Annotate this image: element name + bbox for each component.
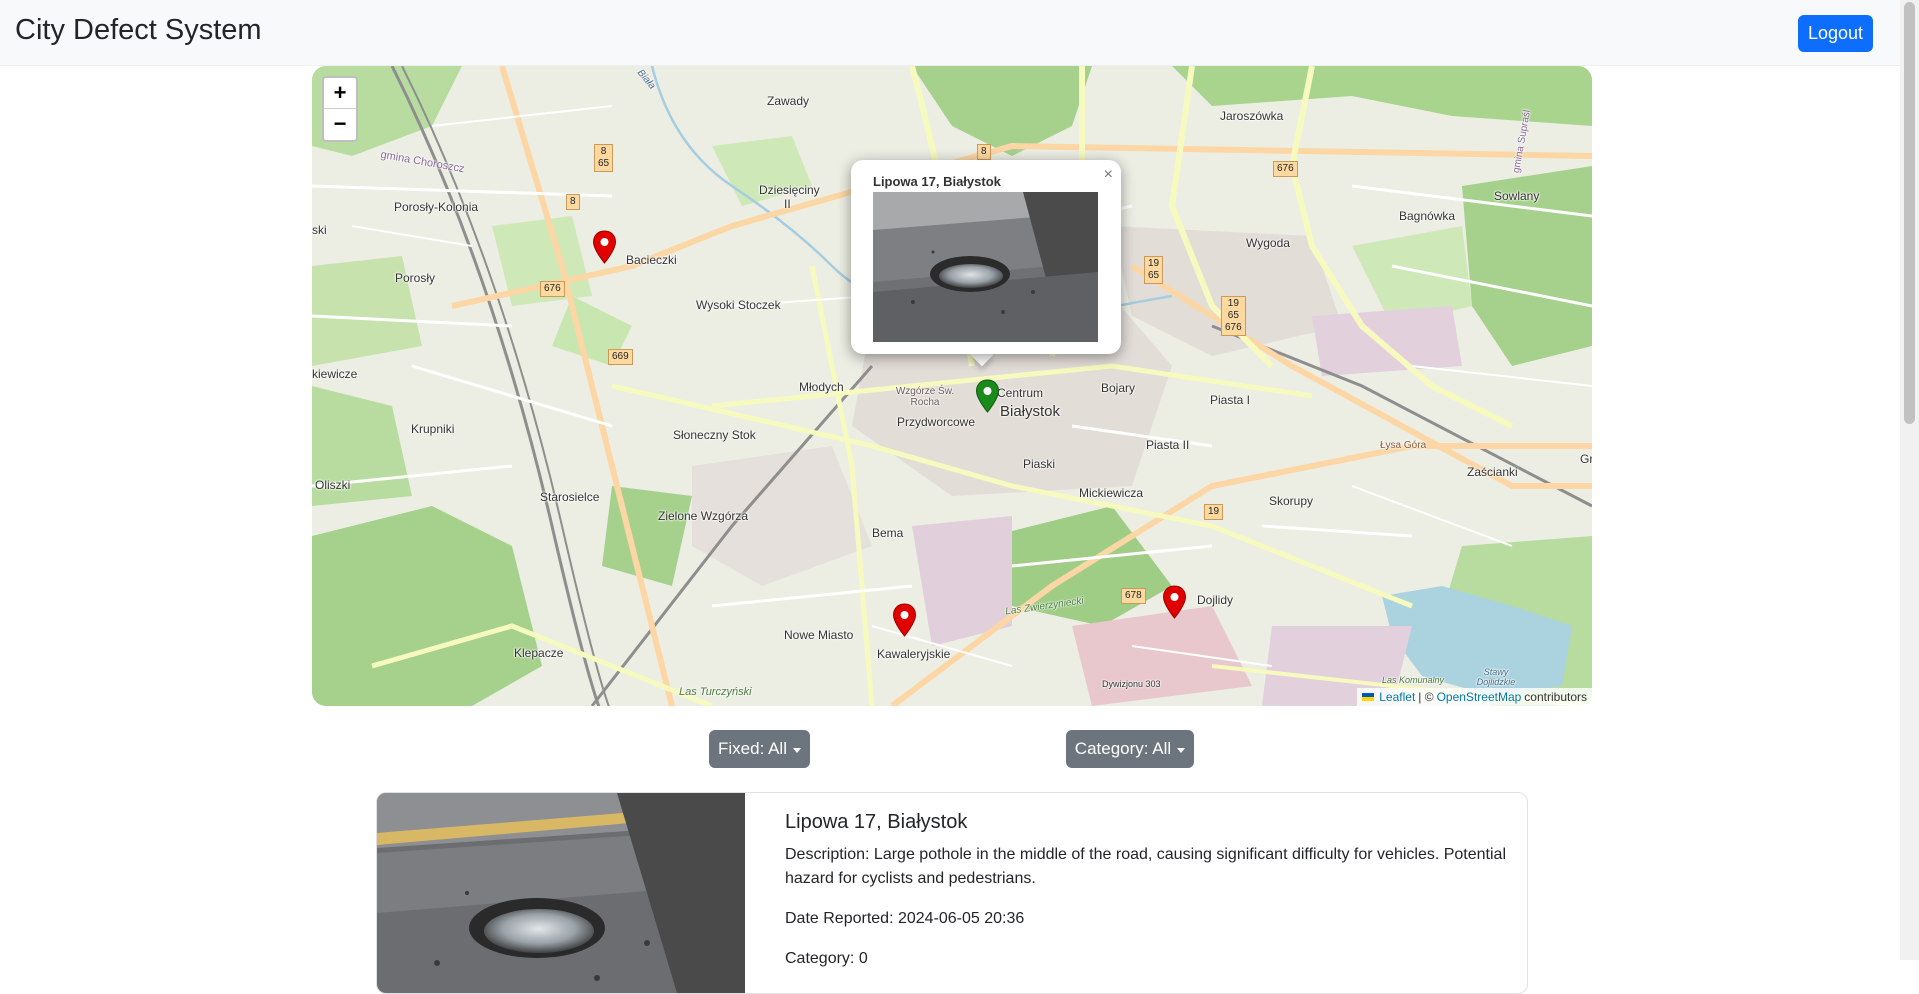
map-label: Słoneczny Stok: [673, 428, 756, 442]
caret-down-icon: [792, 747, 801, 753]
map-label: Porosły: [395, 271, 436, 285]
card-category: Category: 0: [785, 950, 868, 967]
map-label: Łysa Góra: [1380, 440, 1427, 451]
map-label: Las Komunalny: [1382, 675, 1445, 685]
attribution-separator: | ©: [1418, 690, 1434, 704]
map-label: Bojary: [1101, 381, 1136, 395]
road-shield: 669: [608, 349, 633, 365]
map-label: Krupniki: [411, 422, 455, 436]
map-label: Klepacze: [514, 646, 564, 660]
road-shield: 19 65 676: [1221, 296, 1246, 336]
page-scrollbar[interactable]: [1900, 0, 1919, 960]
fixed-filter-dropdown[interactable]: Fixed: All: [709, 730, 810, 768]
ukraine-flag-icon: [1362, 693, 1375, 701]
map-marker-icon[interactable]: [975, 379, 1000, 413]
road-shield: 8 65: [594, 144, 614, 172]
category-filter-label: Category: All: [1074, 739, 1172, 758]
map-label: Centrum: [997, 386, 1044, 400]
zoom-out-button[interactable]: −: [324, 109, 356, 139]
card-description: Description: Large pothole in the middle…: [785, 846, 1506, 887]
map-label: Wysoki Stoczek: [696, 298, 781, 312]
fixed-filter-label: Fixed: All: [718, 739, 787, 758]
category-filter-dropdown[interactable]: Category: All: [1066, 730, 1194, 768]
map-marker-icon[interactable]: [592, 230, 617, 264]
card-title: Lipowa 17, Białystok: [785, 811, 968, 833]
map-label: Przydworcowe: [897, 415, 976, 429]
attribution-suffix: contributors: [1524, 690, 1587, 704]
map-label: Piasta II: [1146, 438, 1190, 452]
zoom-in-button[interactable]: +: [324, 78, 356, 109]
map-label: Bacieczki: [626, 253, 677, 267]
road-shield: 19: [1204, 504, 1224, 520]
road-shield: 678: [1121, 588, 1146, 604]
map-label: Kawaleryjskie: [877, 647, 951, 661]
map-label: Las Turczyński: [679, 686, 752, 698]
road-shield: 19 65: [1144, 256, 1164, 284]
map-label: Bagnówka: [1399, 209, 1456, 223]
map-popup: Lipowa 17, Białystok ×: [851, 160, 1121, 354]
map-label: Białystok: [1000, 403, 1061, 420]
map-label: Zawady: [767, 94, 810, 108]
map-label: Bema: [872, 526, 904, 540]
map-label: Sowlany: [1494, 189, 1540, 203]
caret-down-icon: [1177, 747, 1186, 753]
map-marker-icon[interactable]: [892, 603, 917, 637]
defect-card[interactable]: Lipowa 17, Białystok Description: Large …: [376, 792, 1528, 994]
map-label: ski: [312, 223, 327, 237]
map-label: Porosły-Kolonia: [394, 200, 479, 214]
map-label: Nowe Miasto: [784, 628, 854, 642]
map-label: Starosielce: [540, 490, 600, 504]
map-label: Mickiewicza: [1079, 486, 1144, 500]
map-label: Jaroszówka: [1220, 109, 1284, 123]
navbar: City Defect System Logout: [0, 0, 1900, 66]
zoom-control: + −: [322, 76, 358, 142]
map-label: Młodych: [799, 380, 844, 394]
road-shield: 8: [977, 144, 991, 160]
pothole-photo: [873, 192, 1098, 342]
map-attribution: Leaflet | © OpenStreetMap contributors: [1357, 688, 1592, 706]
leaflet-link[interactable]: Leaflet: [1379, 690, 1415, 704]
close-icon[interactable]: ×: [1104, 166, 1113, 184]
road-shield: 676: [1273, 161, 1298, 177]
map-label: Dojlidy: [1197, 593, 1234, 607]
map-label: Wzgórze Św. Rocha: [895, 386, 955, 408]
map-label: Gr: [1580, 452, 1592, 466]
map-label: Skorupy: [1269, 494, 1314, 508]
map-label: II: [784, 197, 791, 211]
road-shield: 676: [540, 281, 565, 297]
map-label: Zielone Wzgórza: [658, 509, 749, 523]
map-label: Stawy Dojlidzkie: [1476, 667, 1516, 687]
map-label: Piasta I: [1210, 393, 1251, 407]
osm-link[interactable]: OpenStreetMap: [1437, 690, 1522, 704]
map-label: kiewicze: [312, 367, 358, 381]
map-label: Zaścianki: [1467, 465, 1518, 479]
brand-title[interactable]: City Defect System: [15, 14, 262, 47]
pothole-photo: [377, 793, 745, 993]
map-label: Oliszki: [315, 478, 351, 492]
map-label: Wygoda: [1246, 236, 1290, 250]
road-shield: 8: [566, 194, 580, 210]
map-label: Piaski: [1023, 457, 1056, 471]
map-marker-icon[interactable]: [1162, 585, 1187, 619]
map-label: Dywizjonu 303: [1102, 679, 1161, 689]
popup-title: Lipowa 17, Białystok: [873, 174, 1001, 189]
card-date: Date Reported: 2024-06-05 20:36: [785, 910, 1025, 927]
scrollbar-thumb[interactable]: [1904, 2, 1915, 424]
logout-button[interactable]: Logout: [1798, 15, 1873, 52]
map-label: Dziesięciny: [759, 183, 820, 197]
